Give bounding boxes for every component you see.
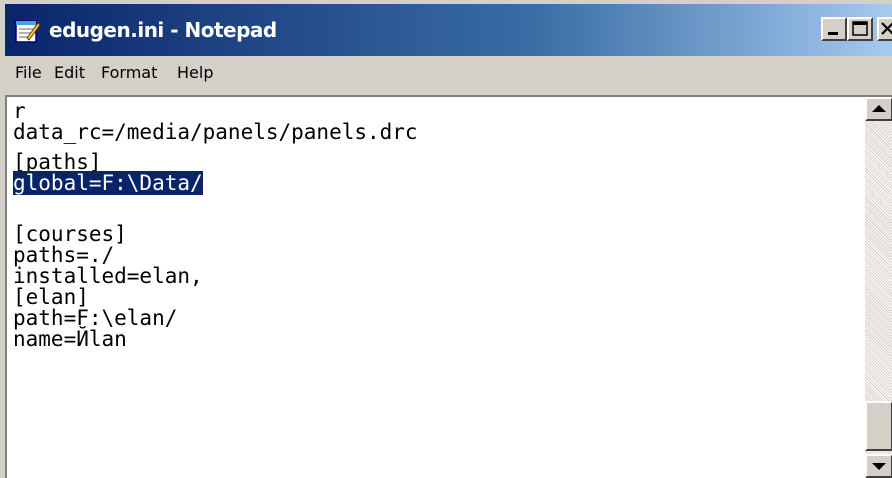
text-line: r: [13, 101, 26, 123]
scroll-up-button[interactable]: [865, 97, 892, 121]
scroll-down-button[interactable]: [865, 454, 892, 478]
maximize-icon: [852, 21, 868, 36]
notepad-icon: [15, 20, 41, 43]
scroll-up-arrow-icon: [872, 105, 886, 112]
close-button[interactable]: [877, 17, 892, 41]
text-content[interactable]: r data_rc=/media/panels/panels.drc [path…: [13, 101, 843, 471]
vertical-scrollbar[interactable]: [865, 97, 892, 478]
selection-highlight: global=F:\Data/: [13, 171, 203, 195]
text-line: name=Йlan: [13, 327, 127, 351]
text-line: paths=./: [13, 243, 115, 267]
text-line: [courses]: [13, 222, 127, 246]
menu-help[interactable]: Help: [177, 63, 213, 82]
scroll-down-arrow-icon: [872, 463, 886, 470]
minimize-button[interactable]: [821, 17, 847, 41]
selected-text-line: global=F:\Data/: [13, 171, 843, 195]
notepad-window: edugen.ini - Notepad File Edit Format He…: [0, 0, 892, 478]
scrollbar-thumb[interactable]: [865, 401, 892, 451]
window-title: edugen.ini - Notepad: [49, 18, 277, 42]
maximize-button[interactable]: [847, 17, 873, 41]
text-line: [elan]: [13, 285, 89, 309]
menu-format[interactable]: Format: [101, 63, 157, 82]
menu-edit[interactable]: Edit: [54, 63, 85, 82]
text-line: installed=elan,: [13, 264, 203, 288]
minimize-icon: [828, 32, 838, 35]
menu-bar: File Edit Format Help: [5, 56, 892, 90]
text-editor[interactable]: r data_rc=/media/panels/panels.drc [path…: [5, 95, 892, 478]
close-icon: [881, 22, 892, 35]
title-bar[interactable]: edugen.ini - Notepad: [5, 4, 892, 56]
text-line: path=F:\elan/: [13, 306, 178, 330]
menu-file[interactable]: File: [15, 63, 42, 82]
text-line: [paths]: [13, 150, 102, 174]
text-line: data_rc=/media/panels/panels.drc: [13, 120, 418, 144]
